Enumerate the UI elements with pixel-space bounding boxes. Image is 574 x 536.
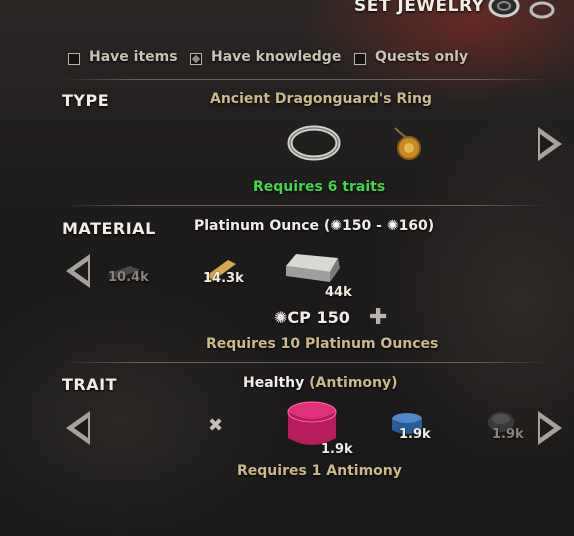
material-requirement: Requires 10 Platinum Ounces bbox=[206, 336, 439, 352]
divider bbox=[62, 362, 548, 363]
add-quantity-icon[interactable]: ✚ bbox=[369, 305, 387, 330]
trait-count: 1.9k bbox=[399, 427, 431, 442]
have-knowledge-checkbox[interactable] bbox=[190, 53, 202, 65]
trait-requirement: Requires 1 Antimony bbox=[237, 463, 402, 479]
material-selected-name: Platinum Ounce (✺150 - ✺160) bbox=[194, 218, 434, 234]
trait-material-name: (Antimony) bbox=[309, 375, 398, 391]
have-items-checkbox[interactable] bbox=[68, 53, 80, 65]
trait-count: 1.9k bbox=[492, 427, 524, 442]
platinum-ingot-icon[interactable] bbox=[282, 248, 344, 290]
level-separator: - bbox=[371, 218, 387, 234]
jewelry-ring-small-icon bbox=[529, 1, 555, 19]
level-max: 160 bbox=[398, 218, 428, 234]
cp-requirement: ✺CP 150 bbox=[274, 308, 350, 327]
level-close: ) bbox=[427, 218, 435, 234]
material-name-text: Platinum Ounce ( bbox=[194, 218, 331, 234]
no-trait-icon[interactable]: ✖ bbox=[208, 415, 223, 436]
level-icon: ✺ bbox=[386, 218, 399, 234]
type-requirement: Requires 6 traits bbox=[253, 179, 386, 195]
necklace-icon[interactable] bbox=[387, 124, 427, 164]
trait-count: 1.9k bbox=[321, 442, 353, 457]
material-count: 14.3k bbox=[203, 271, 244, 286]
cp-label: CP 150 bbox=[287, 308, 350, 327]
champion-point-icon: ✺ bbox=[274, 308, 288, 327]
material-section-label: MATERIAL bbox=[62, 219, 156, 238]
level-icon: ✺ bbox=[330, 218, 343, 234]
level-min: 150 bbox=[342, 218, 372, 234]
have-knowledge-label[interactable]: Have knowledge bbox=[211, 49, 341, 65]
material-prev-arrow[interactable] bbox=[66, 254, 90, 288]
type-section-label: TYPE bbox=[62, 91, 110, 110]
have-items-label[interactable]: Have items bbox=[89, 49, 178, 65]
quests-only-checkbox[interactable] bbox=[354, 53, 366, 65]
ring-icon[interactable] bbox=[286, 123, 342, 163]
trait-prev-arrow[interactable] bbox=[66, 411, 90, 445]
divider bbox=[62, 205, 548, 206]
trait-next-arrow[interactable] bbox=[538, 411, 562, 445]
material-count: 44k bbox=[325, 285, 352, 300]
divider bbox=[62, 79, 548, 80]
quests-only-label[interactable]: Quests only bbox=[375, 49, 468, 65]
type-next-arrow[interactable] bbox=[538, 127, 562, 161]
trait-name: Healthy bbox=[243, 375, 305, 391]
type-selected-name: Ancient Dragonguard's Ring bbox=[210, 91, 432, 107]
material-count: 10.4k bbox=[108, 270, 149, 285]
set-jewelry-title: SET JEWELRY bbox=[354, 0, 485, 16]
trait-section-label: TRAIT bbox=[62, 375, 117, 394]
trait-selected-name: Healthy (Antimony) bbox=[243, 375, 398, 391]
